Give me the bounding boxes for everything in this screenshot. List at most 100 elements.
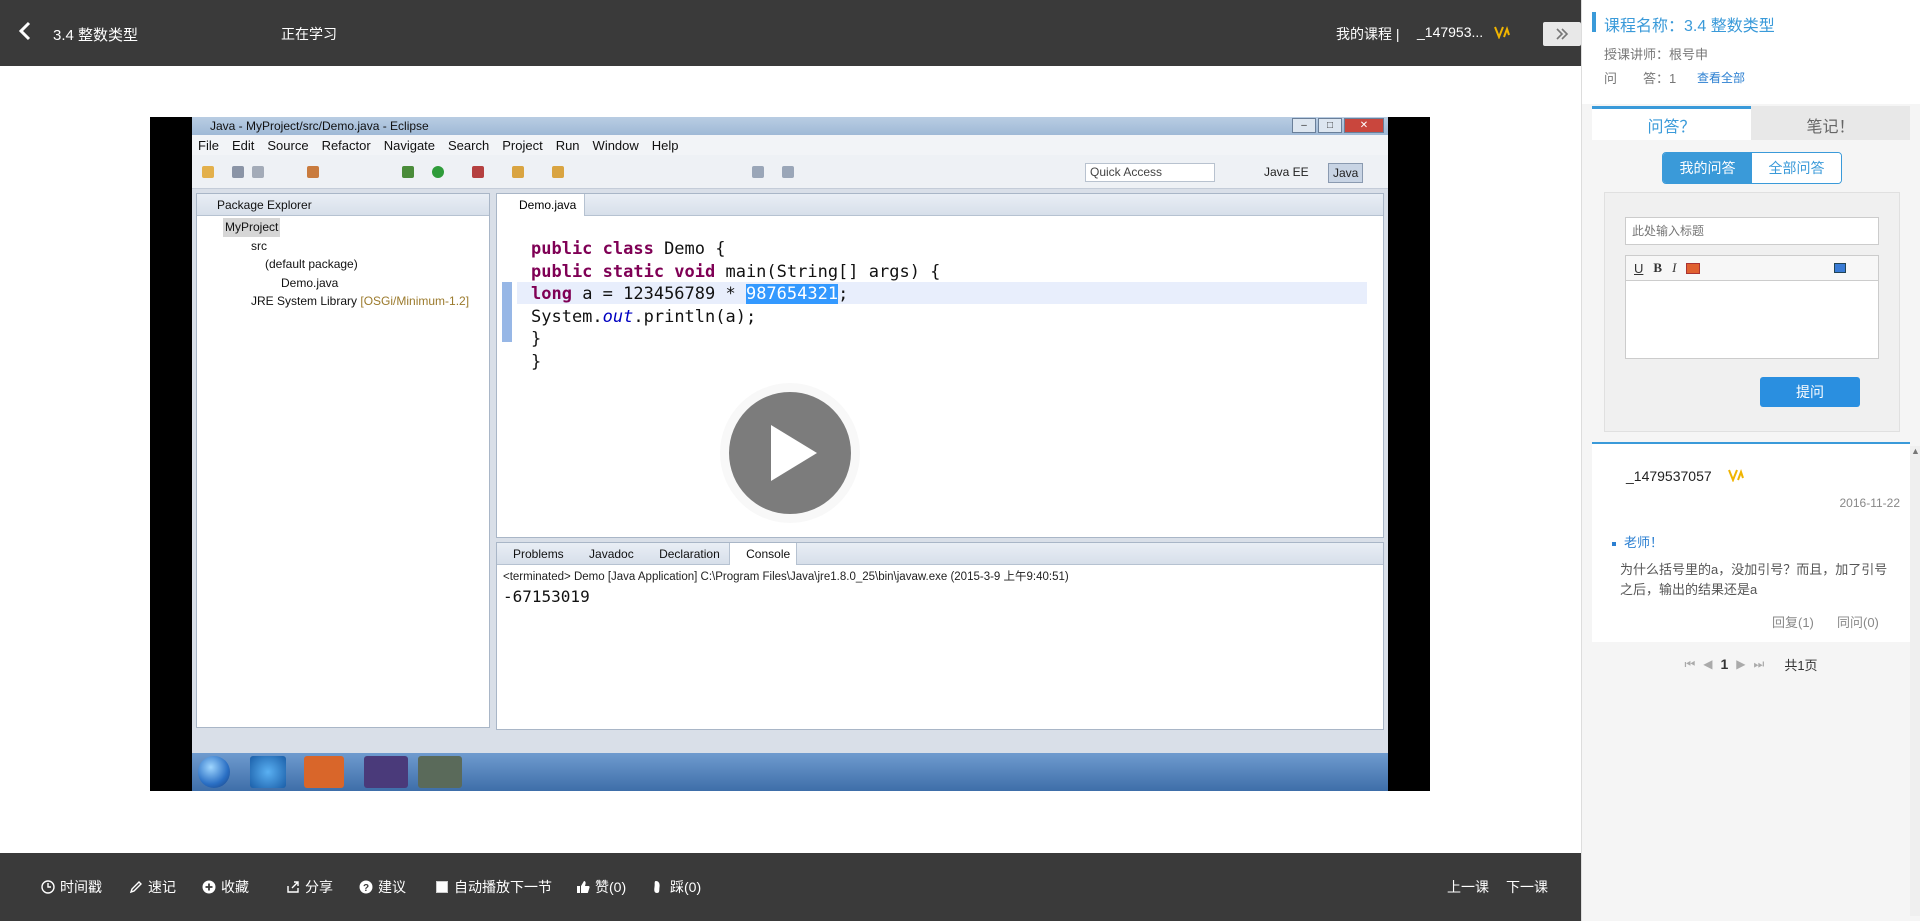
toolbar-run-icon: [432, 166, 444, 178]
tree-src: src: [251, 238, 267, 253]
qa-reply-button[interactable]: 回复(1): [1772, 612, 1814, 631]
selected-text: 987654321: [745, 284, 839, 304]
toolbar-new-icon: [202, 166, 214, 178]
tab-qa[interactable]: 问答？: [1592, 106, 1751, 140]
quick-access-field: Quick Access: [1085, 163, 1215, 182]
collapse-panel-button[interactable]: [1543, 22, 1581, 46]
prev-page-icon[interactable]: ◀: [1703, 657, 1712, 671]
toolbar-external-tools-icon: [472, 166, 484, 178]
course-qa-count: 问 答：1: [1604, 71, 1677, 86]
vip-badge-icon: [1494, 26, 1510, 39]
toolbar-debug-icon: [402, 166, 414, 178]
share-button[interactable]: 分享: [286, 853, 333, 921]
my-course-link[interactable]: 我的课程 |: [1336, 24, 1400, 44]
qa-question-title[interactable]: 老师！: [1612, 532, 1663, 551]
package-explorer-title: Package Explorer: [197, 194, 489, 216]
menu-navigate: Navigate: [383, 137, 436, 153]
question-title-input[interactable]: [1625, 217, 1879, 245]
qa-same-question-button[interactable]: 同问(0): [1837, 612, 1879, 631]
tab-declaration: Declaration: [659, 547, 720, 561]
play-button[interactable]: [720, 383, 860, 523]
taskbar-app-icon: [418, 756, 462, 788]
clock-icon: [41, 880, 55, 894]
first-page-icon[interactable]: ⏮: [1684, 657, 1695, 672]
taskbar-powerpoint-icon: [304, 756, 344, 788]
code-text: public class Demo { public static void m…: [531, 239, 941, 372]
lesson-title: 3.4 整数类型: [53, 27, 139, 44]
bold-icon[interactable]: B: [1653, 260, 1662, 276]
tab-notes[interactable]: 笔记！: [1751, 106, 1910, 140]
windows-start-icon: [198, 756, 230, 788]
view-all-link[interactable]: 查看全部: [1697, 69, 1745, 86]
scroll-up-icon[interactable]: ▲: [1911, 446, 1920, 456]
share-icon: [287, 881, 299, 893]
fullscreen-icon[interactable]: [1834, 263, 1847, 273]
prev-lesson-button[interactable]: 上一课: [1447, 853, 1489, 921]
back-button[interactable]: [12, 16, 38, 46]
toolbar-search-icon: [552, 166, 564, 178]
total-pages: 共1页: [1784, 657, 1818, 673]
italic-icon[interactable]: I: [1672, 260, 1676, 276]
next-lesson-button[interactable]: 下一课: [1506, 853, 1548, 921]
suggest-button[interactable]: ? 建议: [359, 853, 406, 921]
rich-text-toolbar: U B I: [1625, 255, 1879, 281]
eclipse-window-title: Java - MyProject/src/Demo.java - Eclipse: [210, 119, 429, 133]
video-player[interactable]: Java - MyProject/src/Demo.java - Eclipse…: [150, 117, 1430, 791]
timestamp-button[interactable]: 时间戳: [41, 853, 102, 921]
all-qa-button[interactable]: 全部问答: [1752, 153, 1841, 183]
tab-problems: Problems: [513, 547, 564, 561]
underline-icon[interactable]: U: [1634, 261, 1643, 276]
autoplay-toggle[interactable]: 自动播放下一节: [436, 853, 552, 921]
console-terminated-line: <terminated> Demo [Java Application] C:\…: [503, 571, 1069, 583]
taskbar-eclipse-icon: [364, 756, 408, 788]
pagination: ⏮ ◀ 1 ▶ ⏭ 共1页: [1592, 652, 1910, 676]
next-page-icon[interactable]: ▶: [1736, 657, 1745, 671]
minimize-icon: –: [1292, 118, 1316, 133]
favorite-button[interactable]: 收藏: [202, 853, 249, 921]
learning-status: 正在学习: [281, 26, 337, 42]
gutter-marker: [502, 282, 512, 342]
quick-note-button[interactable]: 速记: [129, 853, 176, 921]
qa-scrollbar[interactable]: [1910, 446, 1920, 916]
username-link[interactable]: _147953...: [1417, 24, 1483, 40]
image-insert-icon[interactable]: [1686, 262, 1701, 274]
menu-window: Window: [592, 137, 639, 153]
qa-date: 2016-11-22: [1839, 496, 1901, 510]
perspective-java-ee: Java EE: [1264, 165, 1309, 179]
windows-taskbar: [192, 753, 1388, 791]
eclipse-toolbar: Quick Access Java EE Java: [192, 155, 1388, 189]
course-info: 课程名称：3.4 整数类型 授课讲师：根号申 问 答：1 查看全部: [1582, 0, 1920, 104]
tab-console: Console: [729, 543, 798, 565]
project-tree: MyProject src (default package) Demo.jav…: [197, 218, 489, 311]
svg-text:?: ?: [363, 883, 369, 894]
eclipse-menu-bar: File Edit Source Refactor Navigate Searc…: [192, 135, 1388, 155]
maximize-icon: □: [1318, 118, 1342, 133]
perspective-java: Java: [1328, 163, 1364, 183]
like-button[interactable]: 赞(0): [576, 853, 626, 921]
current-page[interactable]: 1: [1720, 656, 1728, 672]
submit-question-button[interactable]: 提问: [1760, 377, 1860, 407]
play-icon: [771, 425, 817, 481]
menu-edit: Edit: [231, 137, 255, 153]
menu-refactor: Refactor: [321, 137, 371, 153]
menu-file: File: [198, 137, 219, 153]
qa-author[interactable]: _1479537057: [1626, 468, 1712, 484]
toolbar-nav-back-icon: [752, 166, 764, 178]
console-tab-bar: Problems Javadoc Declaration Console: [497, 543, 1383, 565]
my-qa-button[interactable]: 我的问答: [1663, 153, 1752, 183]
right-panel: 课程名称：3.4 整数类型 授课讲师：根号申 问 答：1 查看全部 问答？ 笔记…: [1581, 0, 1920, 921]
qa-filter-segment: 我的问答 全部问答: [1662, 152, 1842, 184]
tree-default-package: (default package): [265, 257, 358, 271]
autoplay-checkbox[interactable]: [436, 881, 448, 893]
dislike-button[interactable]: 踩(0): [651, 853, 701, 921]
tree-demo-java: Demo.java: [281, 275, 339, 290]
package-explorer: Package Explorer MyProject src (default …: [196, 193, 490, 728]
code-editor: Demo.java public class Demo { public sta…: [496, 193, 1384, 538]
question-body-editor[interactable]: [1625, 281, 1879, 359]
menu-help: Help: [651, 137, 679, 153]
window-buttons: – □ ✕: [1292, 118, 1384, 133]
console-output: -67153019: [503, 587, 590, 606]
toolbar-open-type-icon: [512, 166, 524, 178]
last-page-icon[interactable]: ⏭: [1754, 657, 1765, 672]
editor-tab-demo-java: Demo.java: [497, 194, 586, 216]
